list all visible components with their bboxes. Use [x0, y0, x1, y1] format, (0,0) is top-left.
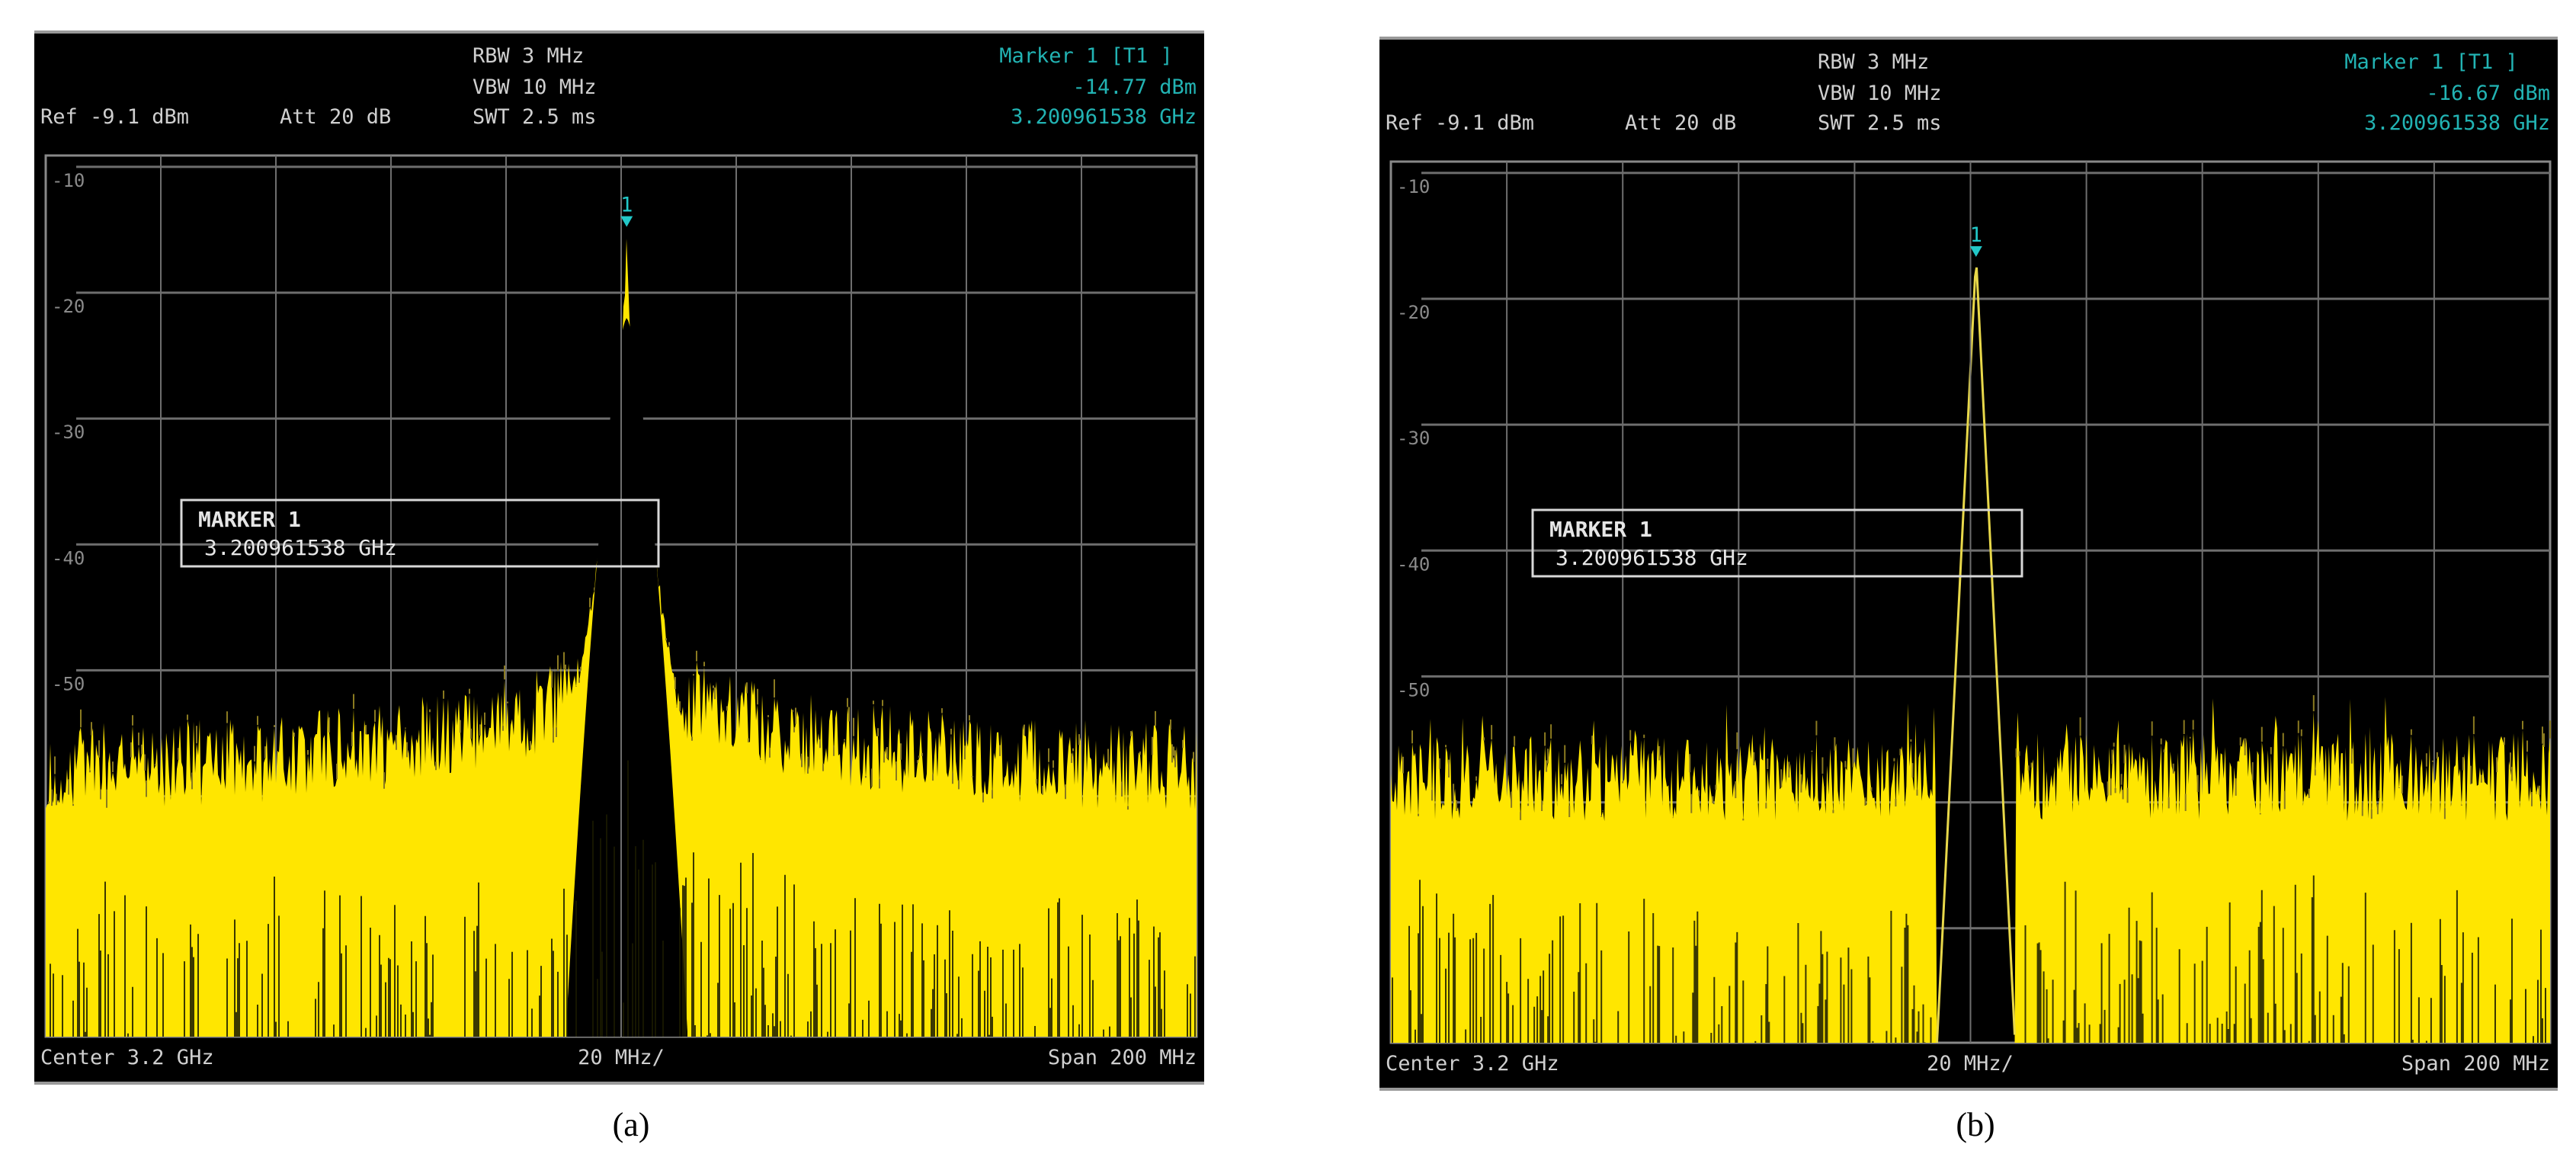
- spectrum-panel-a: RBW 3 MHz VBW 10 MHz Ref -9.1 dBm Att 20…: [34, 30, 1204, 1085]
- plot-area: -10 -20 -30 -40 -50 1 MARKER 1 3.200961538 GHz: [44, 154, 1198, 1038]
- marker-title: Marker 1 [T1 ]: [2344, 50, 2518, 74]
- marker-triangle-icon: [1969, 246, 1982, 258]
- marker-level: -14.77 dBm: [1072, 75, 1197, 99]
- ref-label: Ref -9.1 dBm: [40, 105, 189, 129]
- marker-number: 1: [620, 194, 633, 217]
- marker-box-title: MARKER 1: [1549, 517, 1652, 542]
- center-label: Center 3.2 GHz: [40, 1046, 214, 1069]
- marker-triangle-icon: [620, 216, 633, 227]
- y-axis-label: -40: [1397, 553, 1430, 575]
- y-axis-label: -50: [52, 673, 85, 694]
- vbw-label: VBW 10 MHz: [473, 75, 597, 99]
- marker-box-title: MARKER 1: [198, 507, 301, 532]
- div-label: 20 MHz/: [578, 1046, 665, 1069]
- plot-area: -10 -20 -30 -40 -50 1 MARKER 1 3.200961538 GHz: [1389, 160, 2552, 1044]
- marker-title: Marker 1 [T1 ]: [999, 44, 1173, 68]
- y-axis-label: -10: [52, 170, 85, 191]
- att-label: Att 20 dB: [280, 105, 391, 129]
- y-axis-label: -20: [1397, 302, 1430, 323]
- spectrum-svg-a: RBW 3 MHz VBW 10 MHz Ref -9.1 dBm Att 20…: [40, 44, 1198, 1069]
- marker-freq: 3.200961538 GHz: [1011, 105, 1197, 129]
- marker-box-value: 3.200961538 GHz: [204, 535, 397, 560]
- y-axis-label: -50: [1397, 679, 1430, 701]
- ref-label: Ref -9.1 dBm: [1386, 111, 1534, 135]
- marker-level: -16.67 dBm: [2426, 82, 2550, 105]
- y-axis-label: -30: [1397, 428, 1430, 449]
- caption-a: (a): [612, 1106, 650, 1143]
- marker-freq: 3.200961538 GHz: [2364, 111, 2550, 135]
- vbw-label: VBW 10 MHz: [1818, 82, 1942, 105]
- marker-box-value: 3.200961538 GHz: [1556, 545, 1748, 570]
- spectrum-panel-b: RBW 3 MHz VBW 10 MHz Ref -9.1 dBm Att 20…: [1379, 37, 2558, 1091]
- swt-label: SWT 2.5 ms: [473, 105, 597, 129]
- span-label: Span 200 MHz: [2401, 1052, 2550, 1076]
- y-axis-label: -40: [52, 547, 85, 569]
- div-label: 20 MHz/: [1927, 1052, 2014, 1076]
- caption-b: (b): [1956, 1106, 1995, 1143]
- y-axis-label: -30: [52, 422, 85, 443]
- rbw-label: RBW 3 MHz: [1818, 50, 1929, 74]
- marker-number: 1: [1970, 223, 1982, 247]
- y-axis-label: -20: [52, 296, 85, 317]
- center-label: Center 3.2 GHz: [1386, 1052, 1559, 1076]
- rbw-label: RBW 3 MHz: [473, 44, 584, 68]
- spectrum-peak-trace: [1936, 267, 2016, 1044]
- span-label: Span 200 MHz: [1048, 1046, 1197, 1069]
- swt-label: SWT 2.5 ms: [1818, 111, 1942, 135]
- y-axis-label: -10: [1397, 176, 1430, 197]
- att-label: Att 20 dB: [1625, 111, 1736, 135]
- spectrum-svg-b: RBW 3 MHz VBW 10 MHz Ref -9.1 dBm Att 20…: [1386, 50, 2552, 1076]
